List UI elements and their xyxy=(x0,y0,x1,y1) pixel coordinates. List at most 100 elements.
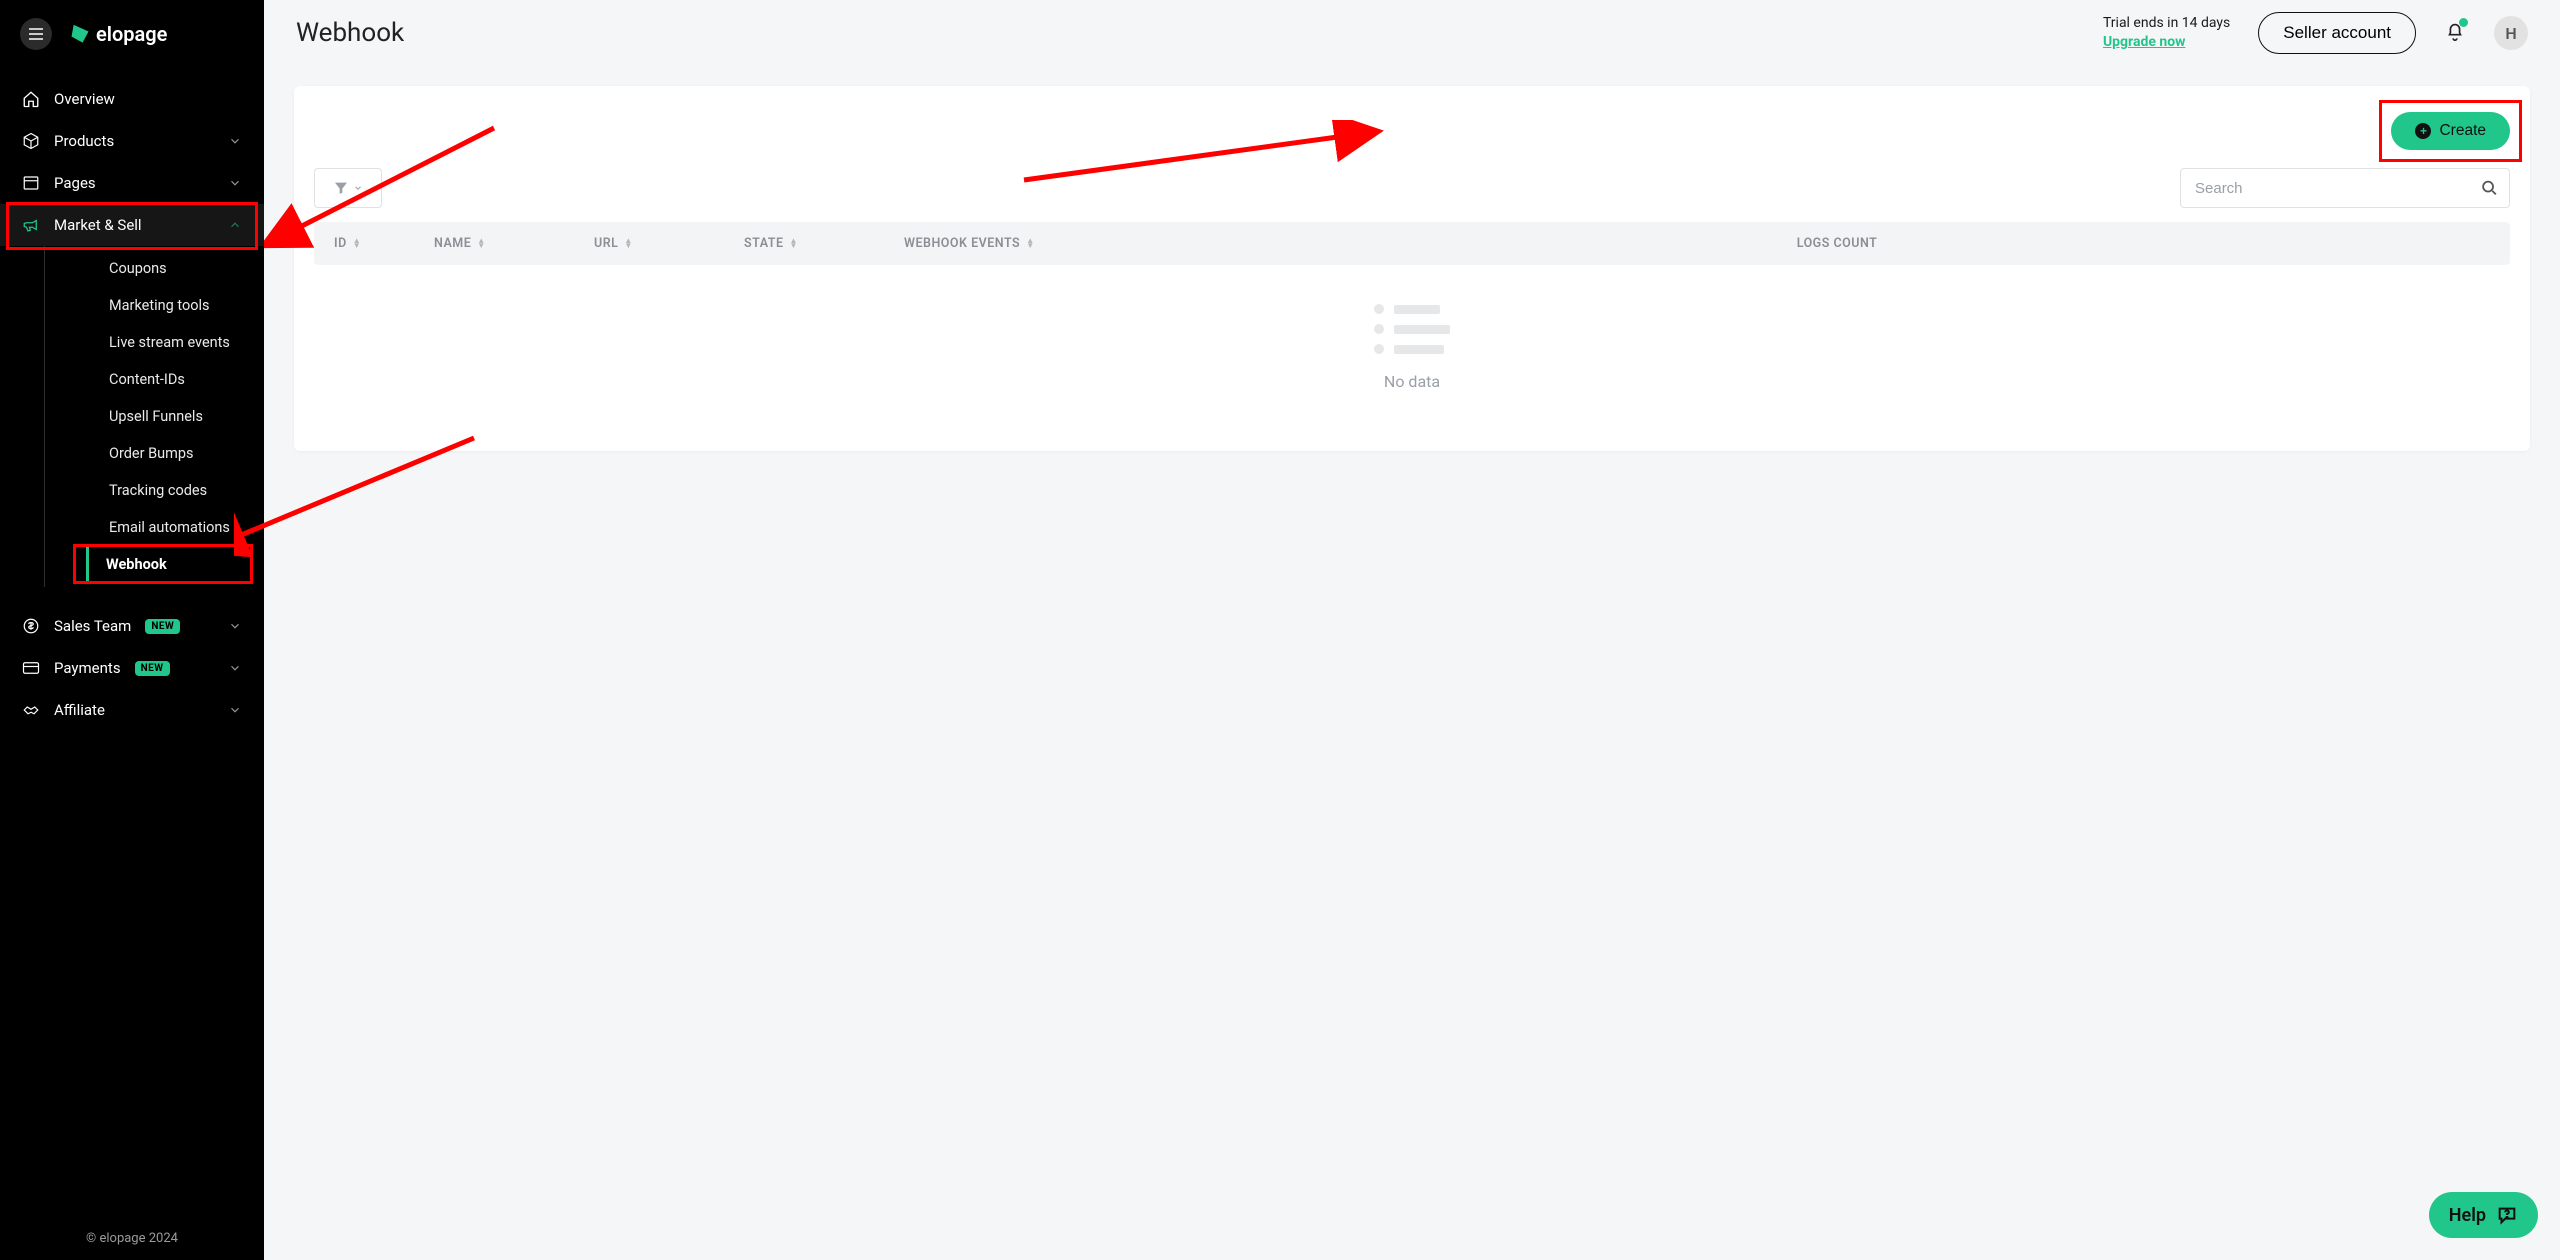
window-icon xyxy=(22,174,40,192)
hamburger-menu-button[interactable] xyxy=(20,18,52,50)
user-avatar[interactable]: H xyxy=(2494,16,2528,50)
sidebar-sub-coupons[interactable]: Coupons xyxy=(89,250,264,287)
sidebar-item-overview[interactable]: Overview xyxy=(0,78,264,120)
empty-state-text: No data xyxy=(314,372,2510,391)
chevron-down-icon xyxy=(228,703,242,717)
create-button[interactable]: + Create xyxy=(2391,112,2510,150)
chevron-down-icon xyxy=(228,176,242,190)
new-badge: NEW xyxy=(135,661,170,676)
sidebar-sub-label: Order Bumps xyxy=(109,445,194,462)
sidebar-sub-label: Coupons xyxy=(109,260,167,277)
sort-icon: ▲▼ xyxy=(353,239,361,249)
home-icon xyxy=(22,90,40,108)
box-icon xyxy=(22,132,40,150)
column-label: LOGS COUNT xyxy=(1797,236,1878,251)
create-button-label: Create xyxy=(2439,122,2486,140)
column-label: NAME xyxy=(434,236,471,251)
sidebar-sub-label: Tracking codes xyxy=(109,482,207,499)
dollar-circle-icon xyxy=(22,617,40,635)
content-card: + Create ID ▲▼ xyxy=(294,86,2530,451)
chevron-down-icon xyxy=(228,661,242,675)
sidebar-sub-marketing-tools[interactable]: Marketing tools xyxy=(89,287,264,324)
trial-info: Trial ends in 14 days Upgrade now xyxy=(2103,14,2230,52)
column-label: WEBHOOK EVENTS xyxy=(904,236,1020,251)
sidebar: elopage Overview Products Pages xyxy=(0,0,264,1260)
sort-icon: ▲▼ xyxy=(477,239,485,249)
column-label: STATE xyxy=(744,236,784,251)
sidebar-sub-label: Marketing tools xyxy=(109,297,210,314)
empty-state: No data xyxy=(314,265,2510,401)
plus-circle-icon: + xyxy=(2415,123,2431,139)
sidebar-sub-webhook[interactable]: Webhook xyxy=(86,546,264,583)
column-header-id[interactable]: ID ▲▼ xyxy=(334,236,434,251)
notifications-button[interactable] xyxy=(2444,20,2466,46)
column-header-logs: LOGS COUNT xyxy=(1184,236,2490,251)
handshake-icon xyxy=(22,701,40,719)
chevron-up-icon xyxy=(228,218,242,232)
sidebar-sub-label: Live stream events xyxy=(109,334,230,351)
sidebar-item-pages[interactable]: Pages xyxy=(0,162,264,204)
sidebar-sub-label: Email automations xyxy=(109,519,230,536)
logo-mark-icon xyxy=(71,25,90,44)
sort-icon: ▲▼ xyxy=(624,239,632,249)
sidebar-item-sales-team[interactable]: Sales Team NEW xyxy=(0,605,264,647)
avatar-initial: H xyxy=(2505,24,2516,43)
sidebar-item-payments[interactable]: Payments NEW xyxy=(0,647,264,689)
sidebar-item-label: Pages xyxy=(54,174,96,192)
topbar: Webhook Trial ends in 14 days Upgrade no… xyxy=(264,0,2560,66)
sidebar-item-label: Market & Sell xyxy=(54,216,142,234)
sidebar-sub-order-bumps[interactable]: Order Bumps xyxy=(89,435,264,472)
search-icon xyxy=(2481,180,2498,197)
sort-icon: ▲▼ xyxy=(790,239,798,249)
page-title: Webhook xyxy=(296,18,404,48)
brand-name: elopage xyxy=(96,22,167,46)
sidebar-item-label: Sales Team xyxy=(54,617,131,635)
trial-text: Trial ends in 14 days xyxy=(2103,14,2230,33)
help-chat-icon xyxy=(2496,1204,2518,1226)
sidebar-footer: © elopage 2024 xyxy=(0,1217,264,1260)
search-input[interactable] xyxy=(2180,168,2510,208)
sidebar-sub-label: Content-IDs xyxy=(109,371,185,388)
sidebar-sub-live-stream[interactable]: Live stream events xyxy=(89,324,264,361)
sidebar-item-market-sell[interactable]: Market & Sell xyxy=(0,204,264,246)
sidebar-sub-tracking[interactable]: Tracking codes xyxy=(89,472,264,509)
credit-card-icon xyxy=(22,659,40,677)
sidebar-sub-content-ids[interactable]: Content-IDs xyxy=(89,361,264,398)
chevron-down-icon xyxy=(228,134,242,148)
sidebar-sub-label: Upsell Funnels xyxy=(109,408,203,425)
chevron-down-icon xyxy=(228,619,242,633)
empty-state-icon xyxy=(1374,304,1450,354)
sort-icon: ▲▼ xyxy=(1026,239,1034,249)
column-label: URL xyxy=(594,236,618,251)
sidebar-item-affiliate[interactable]: Affiliate xyxy=(0,689,264,731)
upgrade-link[interactable]: Upgrade now xyxy=(2103,33,2230,52)
seller-account-button[interactable]: Seller account xyxy=(2258,12,2416,54)
column-label: ID xyxy=(334,236,347,251)
column-header-url[interactable]: URL ▲▼ xyxy=(594,236,744,251)
help-widget[interactable]: Help xyxy=(2429,1192,2538,1238)
hamburger-icon xyxy=(29,28,43,40)
sidebar-item-products[interactable]: Products xyxy=(0,120,264,162)
sidebar-item-label: Products xyxy=(54,132,114,150)
help-label: Help xyxy=(2449,1205,2486,1226)
sidebar-sub-upsell[interactable]: Upsell Funnels xyxy=(89,398,264,435)
notification-dot-icon xyxy=(2459,18,2468,27)
sidebar-item-label: Payments xyxy=(54,659,121,677)
megaphone-icon xyxy=(22,216,40,234)
market-sell-submenu: Coupons Marketing tools Live stream even… xyxy=(44,246,264,587)
table-header: ID ▲▼ NAME ▲▼ URL ▲▼ STATE ▲▼ WEBHOOK EV… xyxy=(314,222,2510,265)
brand-logo[interactable]: elopage xyxy=(72,22,167,46)
sidebar-sub-label: Webhook xyxy=(106,556,167,573)
sidebar-item-label: Affiliate xyxy=(54,701,105,719)
new-badge: NEW xyxy=(145,619,180,634)
main-area: Webhook Trial ends in 14 days Upgrade no… xyxy=(264,0,2560,1260)
column-header-state[interactable]: STATE ▲▼ xyxy=(744,236,904,251)
column-header-name[interactable]: NAME ▲▼ xyxy=(434,236,594,251)
sidebar-item-label: Overview xyxy=(54,90,115,108)
sidebar-sub-email-automations[interactable]: Email automations xyxy=(89,509,264,546)
funnel-icon xyxy=(333,180,349,196)
column-header-events[interactable]: WEBHOOK EVENTS ▲▼ xyxy=(904,236,1184,251)
filter-button[interactable] xyxy=(314,168,382,208)
chevron-down-icon xyxy=(353,183,363,193)
main-nav: Overview Products Pages Market & Sell xyxy=(0,78,264,1217)
